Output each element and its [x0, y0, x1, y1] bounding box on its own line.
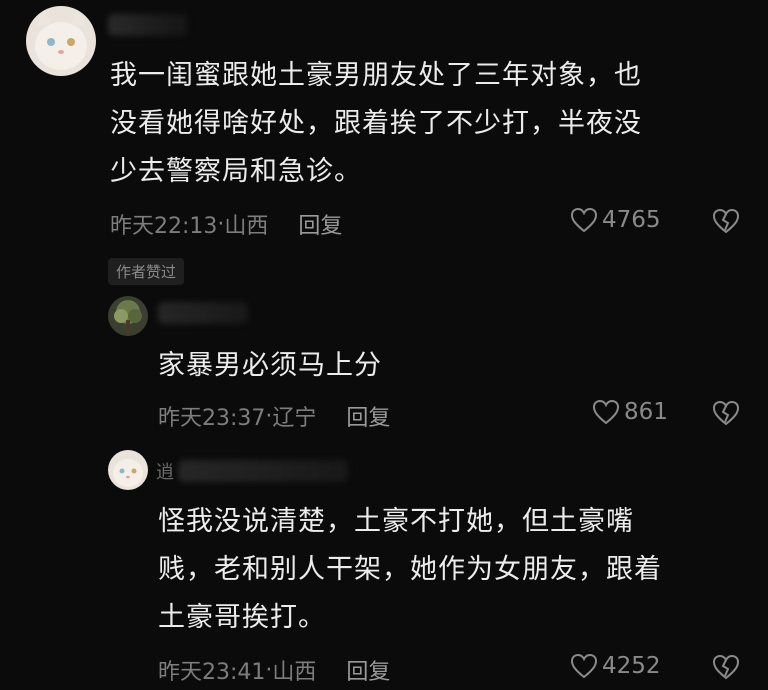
timestamp: 昨天23:37 [158, 406, 266, 431]
comment-text-line: 怪我没说清楚，土豪不打她，但土豪嘴 [158, 506, 634, 537]
cat-avatar-icon [108, 450, 148, 490]
avatar[interactable] [108, 450, 148, 490]
like-count: 861 [624, 399, 668, 425]
broken-heart-icon [712, 400, 740, 426]
reply-button[interactable]: 回复 [298, 208, 342, 240]
heart-outline-icon [570, 207, 598, 233]
like-button[interactable]: 4765 [570, 207, 661, 233]
location: 山西 [224, 214, 269, 239]
dislike-button[interactable] [712, 654, 740, 684]
author-liked-badge: 作者赞过 [108, 258, 185, 285]
location: 山西 [272, 660, 317, 685]
avatar[interactable] [26, 6, 96, 76]
location: 辽宁 [272, 406, 317, 431]
cat-avatar-icon [26, 6, 96, 76]
separator: · [265, 657, 273, 683]
timestamp: 昨天22:13 [110, 214, 218, 239]
timestamp: 昨天23:41 [158, 660, 266, 685]
avatar[interactable] [108, 296, 148, 336]
comment-text-line: 少去警察局和急诊。 [110, 156, 362, 187]
dislike-button[interactable] [712, 208, 740, 238]
broken-heart-icon [712, 208, 740, 234]
username[interactable] [108, 14, 188, 36]
broken-heart-icon [712, 654, 740, 680]
heart-outline-icon [570, 653, 598, 679]
comment-meta: 昨天23:37 · 辽宁 回复 [158, 400, 390, 432]
comment-text-line: 土豪哥挨打。 [158, 602, 326, 633]
tree-avatar-icon [108, 296, 148, 336]
dislike-button[interactable] [712, 400, 740, 430]
like-button[interactable]: 4252 [570, 653, 661, 679]
comment-meta: 昨天23:41 · 山西 回复 [158, 654, 390, 686]
comment-meta: 昨天22:13 · 山西 回复 [110, 208, 342, 240]
username[interactable] [158, 302, 248, 324]
reply-button[interactable]: 回复 [346, 400, 390, 432]
separator: · [265, 403, 273, 429]
username-initial[interactable]: 逍 [156, 458, 174, 484]
reply-button[interactable]: 回复 [346, 654, 390, 686]
like-button[interactable]: 861 [592, 399, 668, 425]
comment-text-line: 家暴男必须马上分 [158, 350, 382, 381]
comment-text-line: 贱，老和别人干架，她作为女朋友，跟着 [158, 554, 662, 585]
like-count: 4252 [602, 653, 661, 679]
separator: · [217, 211, 225, 237]
comment-text: 家暴男必须马上分 [158, 342, 748, 390]
heart-outline-icon [592, 399, 620, 425]
comment-text-line: 没看她得啥好处，跟着挨了不少打，半夜没 [110, 108, 642, 139]
like-count: 4765 [602, 207, 661, 233]
username[interactable] [178, 460, 348, 482]
comment-text: 怪我没说清楚，土豪不打她，但土豪嘴 贱，老和别人干架，她作为女朋友，跟着 土豪哥… [158, 498, 748, 642]
comment-text-line: 我一闺蜜跟她土豪男朋友处了三年对象，也 [110, 60, 642, 91]
comment-text: 我一闺蜜跟她土豪男朋友处了三年对象，也 没看她得啥好处，跟着挨了不少打，半夜没 … [110, 52, 750, 196]
